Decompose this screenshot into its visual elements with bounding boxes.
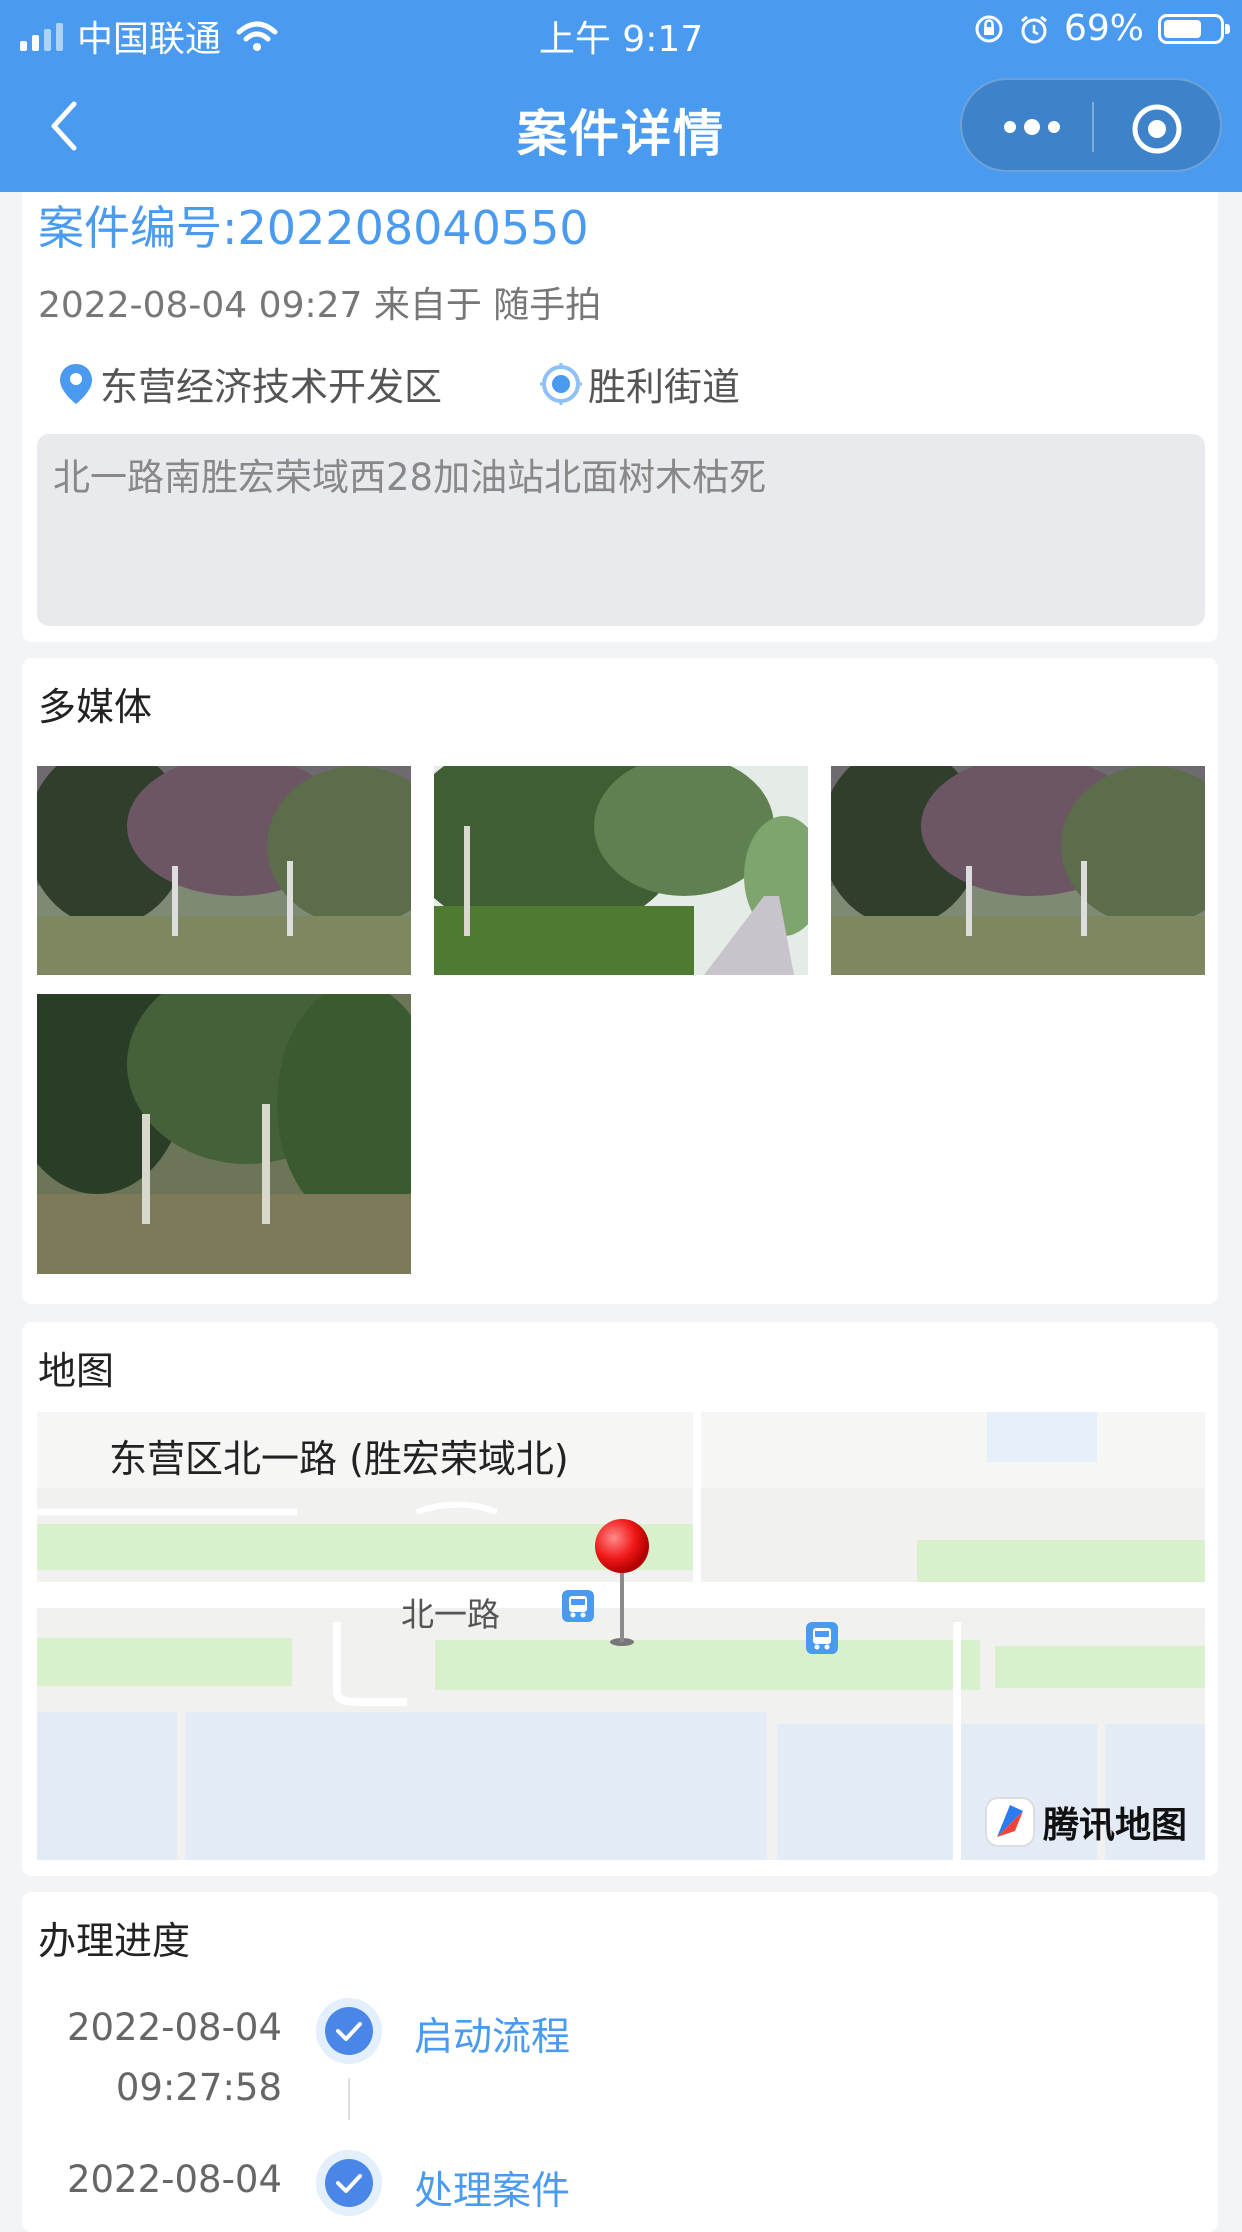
district-tag: 东营经济技术开发区 xyxy=(58,356,442,411)
bus-stop-icon[interactable] xyxy=(805,1621,839,1655)
location-pin-icon xyxy=(60,363,92,404)
step-1-date: 2022-08-04 xyxy=(66,2006,282,2049)
map-provider-logo: 腾讯地图 xyxy=(984,1796,1187,1848)
battery-fill xyxy=(1164,19,1201,38)
photo-thumbnail-3[interactable] xyxy=(831,766,1205,975)
case-meta: 2022-08-04 09:27 来自于 随手拍 xyxy=(38,285,602,326)
step-1-link[interactable]: 启动流程 xyxy=(414,2006,570,2062)
map-location-label: 东营区北一路 (胜宏荣域北) xyxy=(109,1437,569,1481)
status-bar: 中国联通 上午 9:17 69% xyxy=(0,0,1242,62)
media-title: 多媒体 xyxy=(38,685,153,729)
step-1-time: 09:27:58 xyxy=(115,2066,282,2109)
map-provider-label: 腾讯地图 xyxy=(1042,1805,1187,1846)
step-2-date: 2022-08-04 xyxy=(66,2158,282,2201)
district-label: 东营经济技术开发区 xyxy=(100,365,443,409)
timeline-connector xyxy=(348,2078,350,2120)
map-view[interactable]: 东营区北一路 (胜宏荣域北) 北一路 腾讯地图 xyxy=(37,1412,1205,1860)
photo-thumbnail-1[interactable] xyxy=(37,766,411,975)
orientation-lock-icon xyxy=(975,15,1003,42)
progress-title: 办理进度 xyxy=(38,1919,191,1963)
tencent-map-icon xyxy=(984,1797,1035,1847)
photo-thumbnail-4[interactable] xyxy=(37,994,411,1274)
check-circle-icon xyxy=(316,1998,382,2064)
case-description: 北一路南胜宏荣域西28加油站北面树木枯死 xyxy=(37,434,1205,626)
mini-program-capsule xyxy=(960,78,1222,172)
alarm-icon xyxy=(1021,15,1047,43)
nav-bar: 案件详情 xyxy=(0,62,1242,192)
street-label: 胜利街道 xyxy=(588,365,741,409)
street-tag: 胜利街道 xyxy=(540,356,740,411)
capsule-divider xyxy=(1092,102,1094,152)
case-number: 案件编号:202208040550 xyxy=(38,201,589,255)
battery-icon xyxy=(1158,13,1230,44)
battery-percent: 69% xyxy=(1063,8,1144,49)
status-right: 69% xyxy=(974,8,1230,49)
more-dots-icon[interactable] xyxy=(1002,112,1062,142)
target-circle-icon[interactable] xyxy=(1130,102,1184,156)
map-pin-icon[interactable] xyxy=(587,1518,657,1648)
location-target-icon xyxy=(540,362,582,405)
map-title: 地图 xyxy=(38,1349,115,1393)
photo-thumbnail-2[interactable] xyxy=(434,766,808,975)
road-label: 北一路 xyxy=(401,1595,500,1634)
